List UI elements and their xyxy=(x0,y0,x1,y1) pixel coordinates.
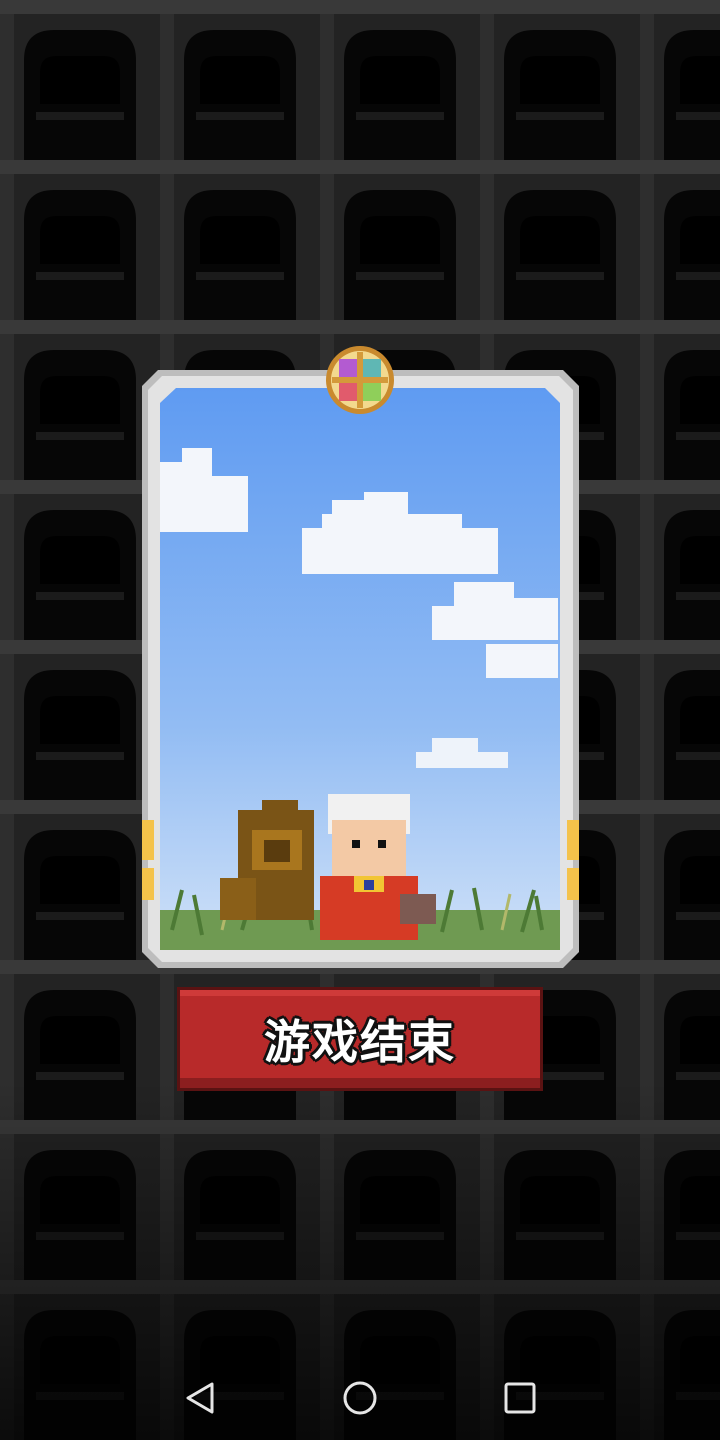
game-over-label: 游戏结束 xyxy=(264,1015,456,1069)
home-icon xyxy=(343,1381,377,1415)
back-icon xyxy=(186,1382,214,1414)
ending-card xyxy=(142,370,579,968)
small-critter xyxy=(400,894,436,924)
back-button[interactable] xyxy=(178,1376,222,1420)
game-over-button[interactable]: 游戏结束 xyxy=(180,990,540,1088)
medallion-icon xyxy=(326,346,394,414)
recents-button[interactable] xyxy=(498,1376,542,1420)
home-button[interactable] xyxy=(338,1376,382,1420)
recents-icon xyxy=(504,1382,536,1414)
